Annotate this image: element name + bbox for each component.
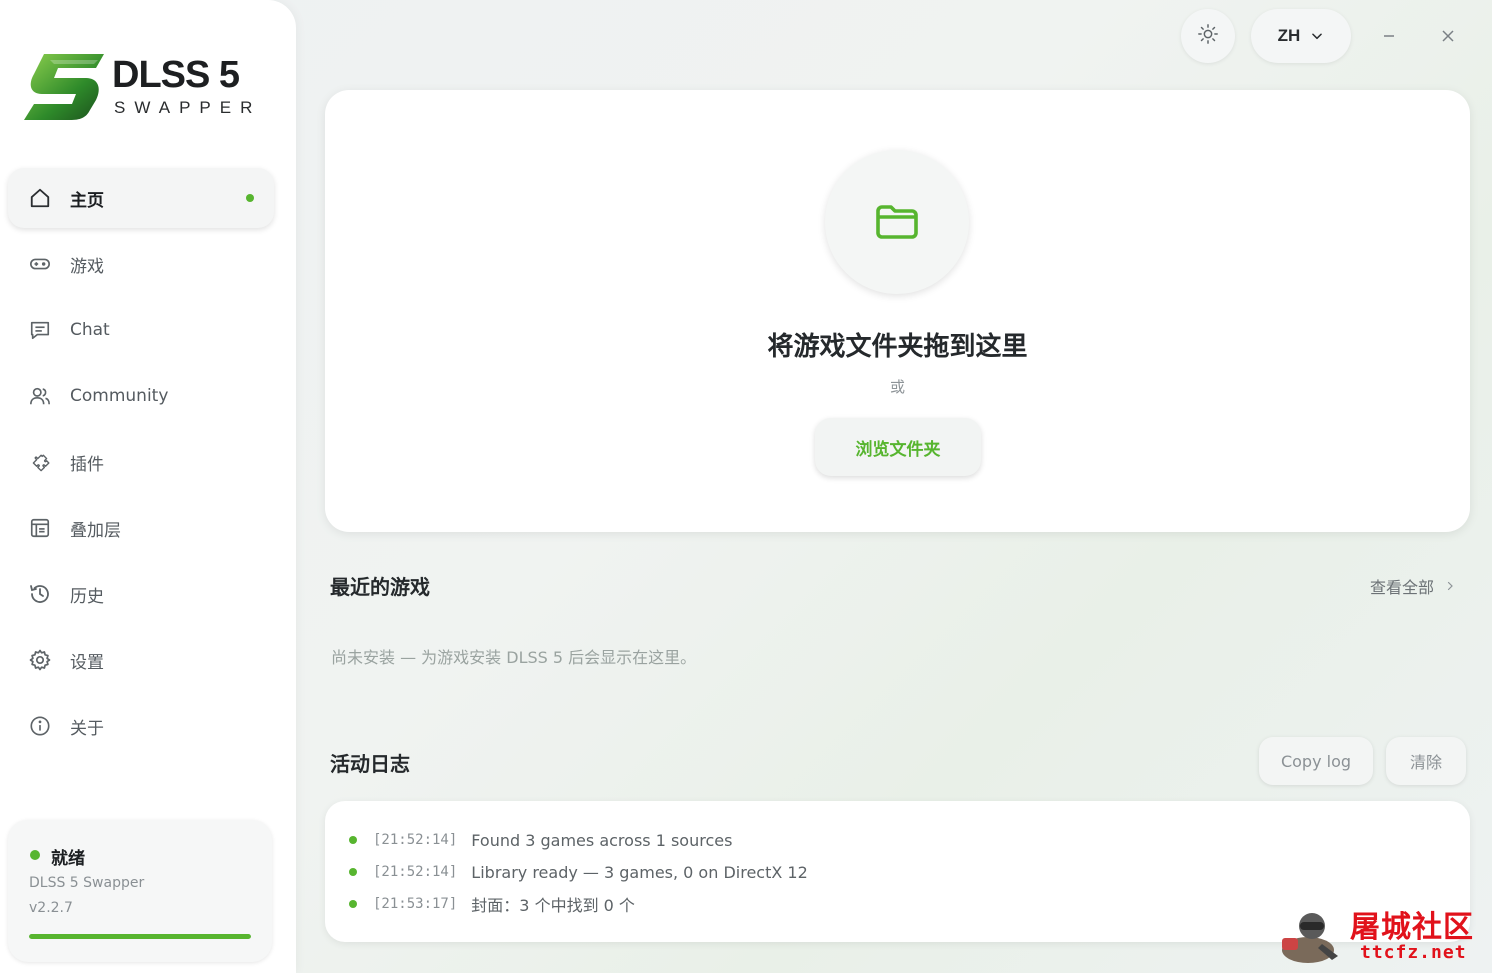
sidebar-item-label: 历史 (70, 586, 104, 607)
status-title: 就绪 (51, 849, 85, 869)
log-entry: [21:53:17] 封面：3 个中找到 0 个 (349, 892, 635, 916)
sidebar-item-label: 叠加层 (70, 520, 121, 541)
browse-folder-button[interactable]: 浏览文件夹 (815, 418, 981, 476)
info-icon (28, 714, 52, 738)
sidebar-item-label: Chat (70, 320, 110, 340)
active-indicator (246, 194, 254, 202)
log-time: [21:53:17] (373, 896, 458, 912)
sidebar-item-label: 游戏 (70, 256, 104, 277)
theme-toggle-button[interactable] (1181, 9, 1235, 63)
status-progress-fill (29, 934, 251, 939)
status-card: 就绪 DLSS 5 Swapper v2.2.7 (8, 820, 272, 962)
sun-icon (1197, 23, 1219, 49)
status-progress-bar (29, 934, 251, 939)
sidebar-item-label: Community (70, 386, 169, 406)
logo-subtitle: SWAPPER (114, 98, 262, 117)
sidebar-item-label: 插件 (70, 454, 104, 475)
view-all-label: 查看全部 (1370, 578, 1435, 597)
sidebar-item-label: 关于 (70, 718, 104, 739)
sidebar-item-label: 主页 (70, 190, 104, 211)
sidebar-item-label: 设置 (70, 652, 104, 673)
app-logo: DLSS 5 SWAPPER (24, 48, 264, 124)
log-status-dot (349, 836, 357, 844)
sidebar-item-chat[interactable]: Chat (8, 300, 274, 360)
folder-icon (876, 205, 918, 239)
drop-title: 将游戏文件夹拖到这里 (767, 332, 1028, 362)
sidebar-nav: 主页 游戏 Chat Community 插件 叠加层 历史 设置 关于 (8, 168, 274, 762)
watermark-url: ttcfz.net (1360, 942, 1467, 963)
sidebar-item-settings[interactable]: 设置 (8, 630, 274, 690)
dlss-logo-icon (24, 54, 104, 120)
log-message: 封面：3 个中找到 0 个 (471, 896, 635, 915)
gamepad-icon (28, 252, 52, 276)
mascot-icon (1282, 913, 1338, 963)
log-time: [21:52:14] (373, 864, 458, 880)
history-icon (28, 582, 52, 606)
chat-icon (28, 318, 52, 342)
sidebar-item-about[interactable]: 关于 (8, 696, 274, 756)
copy-log-button[interactable]: Copy log (1259, 737, 1373, 785)
language-value: ZH (1277, 26, 1301, 45)
log-entry: [21:52:14] Library ready — 3 games, 0 on… (349, 860, 808, 884)
status-indicator (30, 850, 40, 860)
watermark-title: 屠城社区 (1350, 910, 1474, 945)
activity-log-title: 活动日志 (330, 752, 410, 776)
watermark: 屠城社区 ttcfz.net (1272, 902, 1482, 968)
gear-icon (28, 648, 52, 672)
puzzle-icon (28, 450, 52, 474)
log-entry: [21:52:14] Found 3 games across 1 source… (349, 828, 732, 852)
sidebar-item-overlay[interactable]: 叠加层 (8, 498, 274, 558)
home-icon (28, 186, 52, 210)
status-app-name: DLSS 5 Swapper (29, 875, 145, 891)
view-all-link[interactable]: 查看全部 (1370, 574, 1456, 598)
log-message: Found 3 games across 1 sources (471, 830, 733, 850)
folder-icon-circle (825, 150, 969, 294)
clear-log-button[interactable]: 清除 (1386, 737, 1466, 785)
logo-title: DLSS 5 (112, 54, 240, 96)
sidebar-item-history[interactable]: 历史 (8, 564, 274, 624)
sidebar-item-home[interactable]: 主页 (8, 168, 274, 228)
sidebar-item-plugins[interactable]: 插件 (8, 432, 274, 492)
log-message: Library ready — 3 games, 0 on DirectX 12 (471, 862, 808, 882)
overlay-icon (28, 516, 52, 540)
log-status-dot (349, 900, 357, 908)
log-time: [21:52:14] (373, 832, 458, 848)
language-select[interactable]: ZH (1251, 9, 1351, 63)
chevron-down-icon (1312, 33, 1323, 40)
users-icon (28, 384, 52, 408)
status-version: v2.2.7 (29, 900, 73, 916)
recent-empty-text: 尚未安装 — 为游戏安装 DLSS 5 后会显示在这里。 (331, 648, 697, 667)
minimize-icon (1384, 35, 1394, 37)
close-button[interactable] (1434, 22, 1462, 50)
sidebar-item-games[interactable]: 游戏 (8, 234, 274, 294)
log-status-dot (349, 868, 357, 876)
close-icon (1442, 30, 1454, 42)
sidebar: DLSS 5 SWAPPER 主页 游戏 Chat Community 插件 叠… (0, 0, 296, 973)
sidebar-item-community[interactable]: Community (8, 366, 274, 426)
drop-or-text: 或 (889, 378, 905, 396)
recent-games-title: 最近的游戏 (330, 575, 430, 599)
minimize-button[interactable] (1375, 22, 1403, 50)
drop-zone[interactable]: 将游戏文件夹拖到这里 或 浏览文件夹 (325, 90, 1470, 532)
chevron-right-icon (1447, 581, 1453, 591)
